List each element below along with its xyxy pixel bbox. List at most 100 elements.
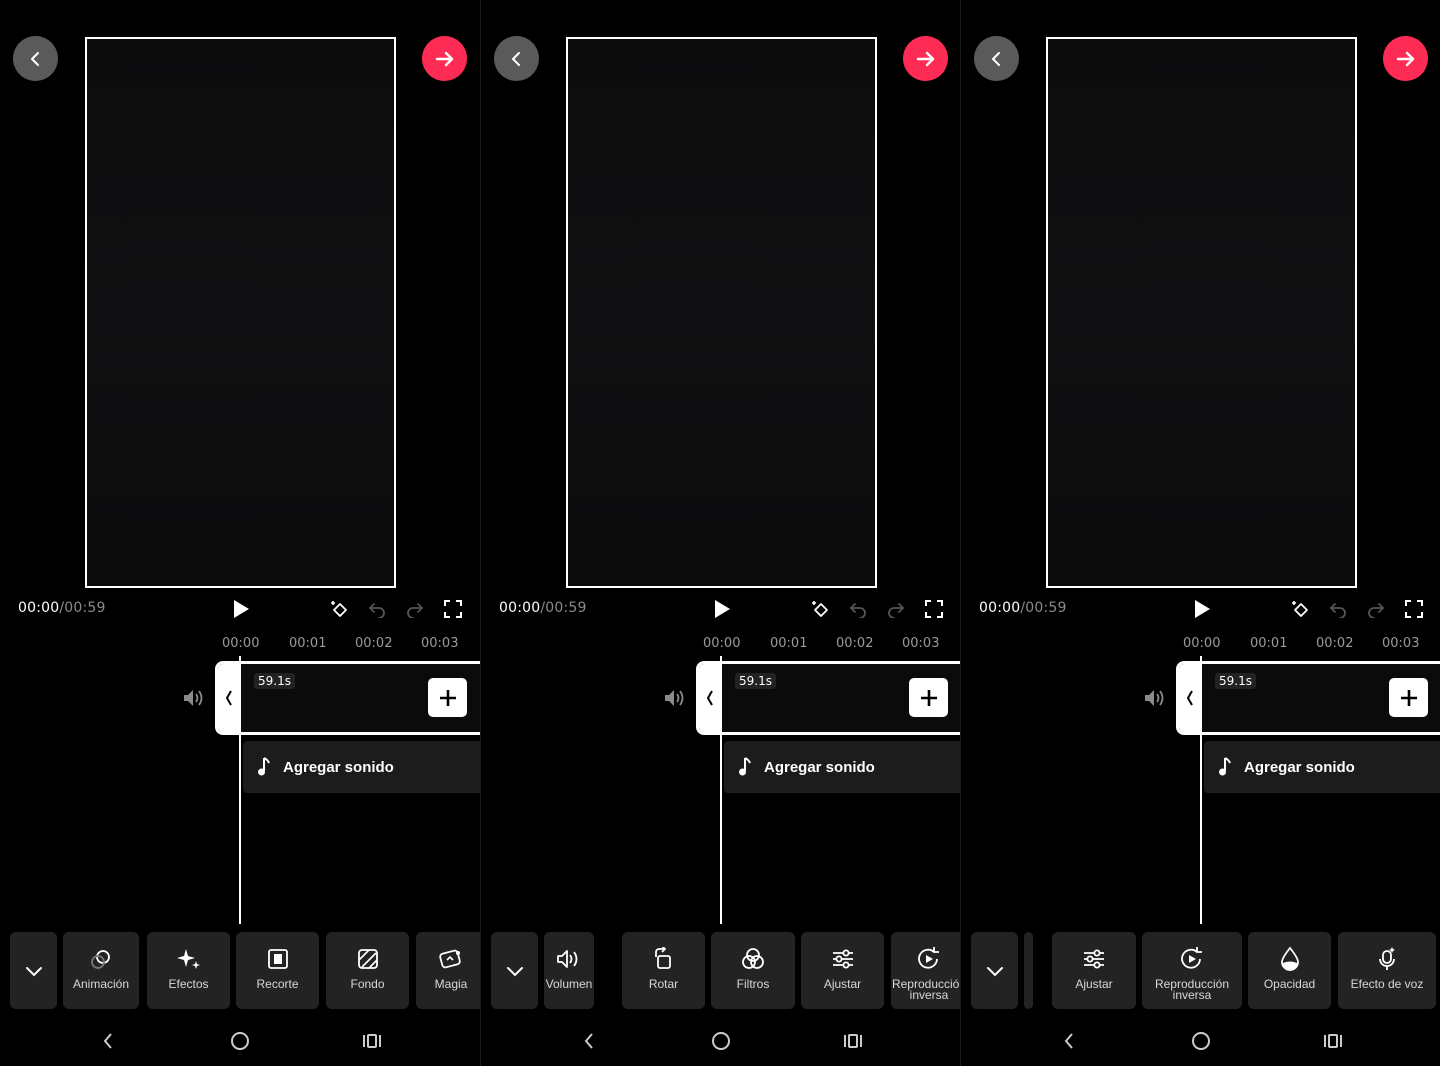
back-button[interactable] <box>974 36 1019 81</box>
next-button[interactable] <box>903 36 948 81</box>
tool-adjust-button[interactable]: Ajustar <box>1052 932 1136 1009</box>
system-back-button[interactable] <box>576 1030 602 1052</box>
add-sound-track[interactable]: Agregar sonido <box>1204 741 1440 793</box>
tool-voice-effect-button[interactable]: Efecto de voz <box>1338 932 1436 1009</box>
tool-reverse-button[interactable]: Reproducción inversa <box>891 932 960 1009</box>
tool-volume-button[interactable]: Volumen <box>544 932 594 1009</box>
tool-reverse-button[interactable]: Reproducción inversa <box>1142 932 1242 1009</box>
add-clip-button[interactable] <box>1389 678 1428 717</box>
redo-icon <box>407 603 424 618</box>
recents-icon <box>1324 1034 1342 1048</box>
tool-label: Opacidad <box>1263 977 1316 991</box>
video-preview[interactable] <box>1046 37 1357 588</box>
redo-button[interactable] <box>1365 598 1387 620</box>
redo-button[interactable] <box>885 598 907 620</box>
play-icon <box>715 600 730 618</box>
clip-volume-button[interactable] <box>182 686 206 710</box>
play-button[interactable] <box>711 597 733 621</box>
crop-icon <box>267 949 288 969</box>
system-recents-button[interactable] <box>1320 1030 1346 1052</box>
fullscreen-button[interactable] <box>1403 598 1425 620</box>
magic-icon <box>439 949 461 969</box>
volume-icon <box>557 950 578 968</box>
redo-icon <box>888 603 905 618</box>
tool-background-button[interactable]: Fondo <box>326 932 409 1009</box>
next-button[interactable] <box>1383 36 1428 81</box>
tool-label: Efecto de voz <box>1350 977 1424 991</box>
tool-adjust-button[interactable]: Ajustar <box>801 932 884 1009</box>
undo-button[interactable] <box>366 598 388 620</box>
clip-trim-handle[interactable] <box>1179 664 1201 732</box>
undo-button[interactable] <box>1327 598 1349 620</box>
time-total: 00:59 <box>1025 600 1067 616</box>
tool-label: Reproducción inversa <box>1154 977 1230 1002</box>
clip-trim-handle[interactable] <box>218 664 240 732</box>
next-button[interactable] <box>422 36 467 81</box>
system-recents-button[interactable] <box>840 1030 866 1052</box>
undo-icon <box>849 603 866 618</box>
tool-magic-button[interactable]: Magia <box>416 932 480 1009</box>
keyframe-button[interactable] <box>1290 598 1312 620</box>
collapse-toolbar-button[interactable] <box>971 932 1018 1009</box>
tool-label: Recorte <box>256 977 299 991</box>
fullscreen-button[interactable] <box>442 598 464 620</box>
system-home-button[interactable] <box>227 1030 253 1052</box>
play-button[interactable] <box>1191 597 1213 621</box>
clip-volume-button[interactable] <box>1143 686 1167 710</box>
reverse-icon <box>918 947 939 969</box>
adjust-icon <box>832 949 853 969</box>
tool-label: Fondo <box>350 977 385 991</box>
fullscreen-icon <box>444 600 462 618</box>
playhead[interactable] <box>1200 656 1202 924</box>
clip-volume-button[interactable] <box>663 686 687 710</box>
recents-icon <box>363 1034 381 1048</box>
add-clip-button[interactable] <box>428 678 467 717</box>
clip-duration: 59.1s <box>1215 673 1256 689</box>
editor-screen-1: 00:00/00:59 00:00 00:01 00:02 00:03 59.1… <box>0 0 480 1066</box>
tool-partial-button[interactable] <box>1024 932 1033 1009</box>
time-display: 00:00/00:59 <box>18 600 106 616</box>
add-sound-track[interactable]: Agregar sonido <box>243 741 480 793</box>
system-home-button[interactable] <box>708 1030 734 1052</box>
tool-filters-button[interactable]: Filtros <box>711 932 795 1009</box>
fullscreen-button[interactable] <box>923 598 945 620</box>
keyframe-button[interactable] <box>329 598 351 620</box>
tool-opacity-button[interactable]: Opacidad <box>1248 932 1331 1009</box>
music-note-icon <box>1219 757 1231 776</box>
video-clip-track[interactable]: 59.1s <box>696 661 960 735</box>
rotate-icon <box>654 947 671 969</box>
keyframe-button[interactable] <box>810 598 832 620</box>
system-recents-button[interactable] <box>359 1030 385 1052</box>
tool-label: Efectos <box>168 977 209 991</box>
redo-button[interactable] <box>404 598 426 620</box>
system-back-button[interactable] <box>95 1030 121 1052</box>
back-button[interactable] <box>13 36 58 81</box>
undo-button[interactable] <box>847 598 869 620</box>
plus-icon <box>920 689 937 706</box>
video-preview[interactable] <box>85 37 396 588</box>
collapse-toolbar-button[interactable] <box>10 932 57 1009</box>
tool-rotate-button[interactable]: Rotar <box>622 932 705 1009</box>
system-back-button[interactable] <box>1056 1030 1082 1052</box>
time-total: 00:59 <box>64 600 106 616</box>
system-home-button[interactable] <box>1188 1030 1214 1052</box>
back-button[interactable] <box>494 36 539 81</box>
clip-trim-handle[interactable] <box>699 664 721 732</box>
tool-effects-button[interactable]: Efectos <box>147 932 230 1009</box>
play-button[interactable] <box>230 597 252 621</box>
tool-crop-button[interactable]: Recorte <box>236 932 319 1009</box>
ruler-tick: 00:02 <box>836 636 874 651</box>
video-clip-track[interactable]: 59.1s <box>215 661 480 735</box>
chevron-down-icon <box>25 966 42 976</box>
add-sound-label: Agregar sonido <box>1244 758 1355 776</box>
add-sound-track[interactable]: Agregar sonido <box>724 741 960 793</box>
collapse-toolbar-button[interactable] <box>491 932 538 1009</box>
video-clip-track[interactable]: 59.1s <box>1176 661 1440 735</box>
tool-animation-button[interactable]: Animación <box>63 932 139 1009</box>
video-preview[interactable] <box>566 37 877 588</box>
playhead[interactable] <box>239 656 241 924</box>
playhead[interactable] <box>720 656 722 924</box>
ruler-tick: 00:01 <box>770 636 808 651</box>
add-clip-button[interactable] <box>909 678 948 717</box>
sparkle-icon <box>176 949 200 969</box>
